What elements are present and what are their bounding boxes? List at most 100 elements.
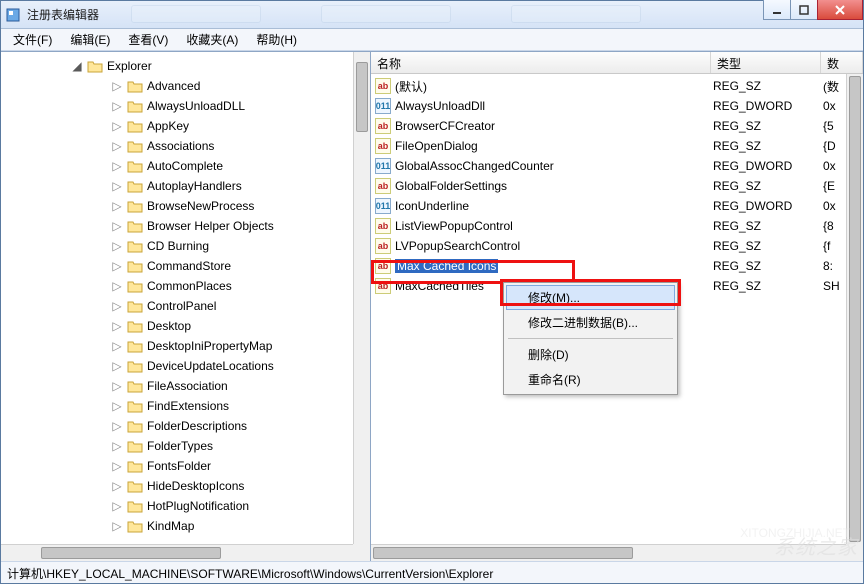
tree-label: Browser Helper Objects <box>147 219 274 233</box>
tree-item[interactable]: ▷ BrowseNewProcess <box>91 196 370 216</box>
folder-icon <box>127 99 143 113</box>
values-list[interactable]: ab(默认)REG_SZ(数 011 AlwaysUnloadDllREG_DWOR… <box>371 74 863 298</box>
tree-item[interactable]: ▷ControlPanel <box>91 296 370 316</box>
tree-item[interactable]: ▷CD Burning <box>91 236 370 256</box>
tree-label: AutoComplete <box>147 159 223 173</box>
tree-label: FontsFolder <box>147 459 211 473</box>
tree-item[interactable]: ▷CommandStore <box>91 256 370 276</box>
value-name: LVPopupSearchControl <box>395 239 713 253</box>
value-type: REG_SZ <box>713 79 823 93</box>
tree-item[interactable]: ▷ AutoComplete <box>91 156 370 176</box>
tree-vscrollbar[interactable] <box>353 52 370 544</box>
caret-right-icon: ▷ <box>111 99 123 113</box>
tree-item[interactable]: ▷FileAssociation <box>91 376 370 396</box>
value-type: REG_SZ <box>713 219 823 233</box>
value-type: REG_SZ <box>713 259 823 273</box>
tree-item[interactable]: ▷FolderTypes <box>91 436 370 456</box>
value-string-icon: ab <box>375 138 391 154</box>
tree-parent-explorer[interactable]: ◢Explorer <box>71 56 370 76</box>
tree-hscrollbar[interactable] <box>1 544 353 561</box>
value-row[interactable]: abLVPopupSearchControlREG_SZ{f <box>371 236 863 256</box>
value-row[interactable]: abListViewPopupControlREG_SZ{8 <box>371 216 863 236</box>
menu-file[interactable]: 文件(F) <box>5 29 60 50</box>
ctx-modify-binary[interactable]: 修改二进制数据(B)... <box>506 310 675 335</box>
value-row[interactable]: 011GlobalAssocChangedCounterREG_DWORD0x <box>371 156 863 176</box>
ctx-delete[interactable]: 删除(D) <box>506 342 675 367</box>
caret-right-icon: ▷ <box>111 219 123 233</box>
value-name: BrowserCFCreator <box>395 119 713 133</box>
col-data[interactable]: 数 <box>821 52 863 73</box>
tree-item[interactable]: ▷AutoplayHandlers <box>91 176 370 196</box>
tree-item[interactable]: ▷Advanced <box>91 76 370 96</box>
value-row[interactable]: abBrowserCFCreatorREG_SZ{5 <box>371 116 863 136</box>
folder-icon <box>127 479 143 493</box>
menu-view[interactable]: 查看(V) <box>120 29 176 50</box>
folder-icon <box>127 419 143 433</box>
minimize-button[interactable] <box>763 0 791 20</box>
value-row[interactable]: abFileOpenDialogREG_SZ{D <box>371 136 863 156</box>
tree-label: AppKey <box>147 119 189 133</box>
tree-label: HotPlugNotification <box>147 499 249 513</box>
folder-icon <box>127 219 143 233</box>
ctx-modify[interactable]: 修改(M)... <box>506 285 675 310</box>
tree-label: BrowseNewProcess <box>147 199 254 213</box>
value-binary-icon: 011 <box>375 158 391 174</box>
caret-right-icon: ▷ <box>111 179 123 193</box>
tree-item[interactable]: ▷AppKey <box>91 116 370 136</box>
tree-item[interactable]: ▷DeviceUpdateLocations <box>91 356 370 376</box>
value-name: (默认) <box>395 78 713 95</box>
values-hscrollbar[interactable] <box>371 544 846 561</box>
value-type: REG_SZ <box>713 139 823 153</box>
value-row[interactable]: abGlobalFolderSettingsREG_SZ{E <box>371 176 863 196</box>
folder-icon <box>127 179 143 193</box>
tree-item[interactable]: ▷HotPlugNotification <box>91 496 370 516</box>
tree-item[interactable]: ▷ Browser Helper Objects <box>91 216 370 236</box>
tree-label: KindMap <box>147 519 194 533</box>
close-button[interactable] <box>817 0 863 20</box>
caret-right-icon: ▷ <box>111 439 123 453</box>
tree-item[interactable]: ▷AlwaysUnloadDLL <box>91 96 370 116</box>
caret-right-icon: ▷ <box>111 159 123 173</box>
value-type: REG_SZ <box>713 279 823 293</box>
titlebar[interactable]: 注册表编辑器 <box>1 1 863 29</box>
tree-label: Associations <box>147 139 214 153</box>
caret-right-icon: ▷ <box>111 199 123 213</box>
menu-help[interactable]: 帮助(H) <box>248 29 305 50</box>
value-row[interactable]: 011AlwaysUnloadDllREG_DWORD0x <box>371 96 863 116</box>
folder-icon <box>127 379 143 393</box>
folder-icon <box>127 159 143 173</box>
tree-item[interactable]: ▷Desktop <box>91 316 370 336</box>
menu-favorites[interactable]: 收藏夹(A) <box>178 29 246 50</box>
tree-item[interactable]: ▷FindExtensions <box>91 396 370 416</box>
folder-icon <box>127 499 143 513</box>
tree-item[interactable]: ▷FolderDescriptions <box>91 416 370 436</box>
col-name[interactable]: 名称 <box>371 52 711 73</box>
tree-item[interactable]: ▷DesktopIniPropertyMap <box>91 336 370 356</box>
value-string-icon: ab <box>375 78 391 94</box>
tree-item[interactable]: ▷CommonPlaces <box>91 276 370 296</box>
value-row[interactable]: ab(默认)REG_SZ(数 <box>371 76 863 96</box>
values-header[interactable]: 名称 类型 数 <box>371 52 863 74</box>
folder-icon <box>127 399 143 413</box>
col-type[interactable]: 类型 <box>711 52 821 73</box>
value-row[interactable]: abMax Cached IconsREG_SZ8: <box>371 256 863 276</box>
value-binary-icon: 011 <box>375 198 391 214</box>
tree-item[interactable]: ▷HideDesktopIcons <box>91 476 370 496</box>
folder-icon <box>127 299 143 313</box>
tree-item[interactable]: ▷FontsFolder <box>91 456 370 476</box>
registry-tree[interactable]: ◢Explorer▷Advanced▷AlwaysUnloadDLL▷AppKe… <box>1 52 370 540</box>
tree-item[interactable]: ▷KindMap <box>91 516 370 536</box>
value-row[interactable]: 011IconUnderlineREG_DWORD0x <box>371 196 863 216</box>
value-name: ListViewPopupControl <box>395 219 713 233</box>
folder-icon <box>127 119 143 133</box>
value-binary-icon: 011 <box>375 98 391 114</box>
menu-edit[interactable]: 编辑(E) <box>62 29 118 50</box>
value-name: AlwaysUnloadDll <box>395 99 713 113</box>
ctx-rename[interactable]: 重命名(R) <box>506 367 675 392</box>
maximize-button[interactable] <box>790 0 818 20</box>
value-type: REG_DWORD <box>713 99 823 113</box>
tree-item[interactable]: ▷Associations <box>91 136 370 156</box>
value-string-icon: ab <box>375 278 391 294</box>
value-string-icon: ab <box>375 118 391 134</box>
values-vscrollbar[interactable] <box>846 74 863 544</box>
